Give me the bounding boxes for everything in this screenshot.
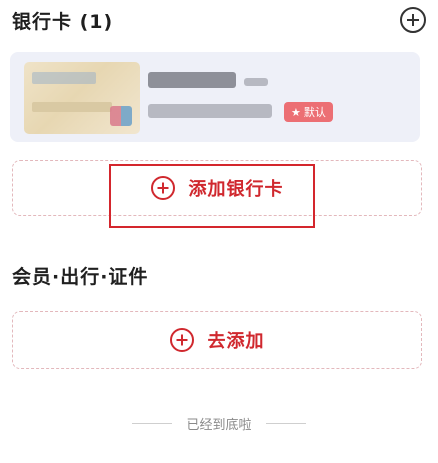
bank-name-redacted bbox=[148, 72, 236, 88]
bank-card-header: 银行卡 (1) bbox=[12, 4, 426, 36]
divider bbox=[265, 423, 306, 424]
divider bbox=[132, 423, 173, 424]
card-image-strip bbox=[32, 102, 112, 112]
bank-card-item[interactable] bbox=[10, 52, 420, 142]
plus-circle-icon[interactable] bbox=[400, 7, 426, 33]
bank-card-title: 银行卡 (1) bbox=[12, 10, 114, 33]
default-badge-label: 默认 bbox=[303, 106, 326, 119]
member-section-title: 会员·出行·证件 bbox=[12, 265, 149, 288]
card-logo-icon bbox=[110, 106, 132, 126]
bank-card-image bbox=[24, 62, 140, 134]
add-member-button[interactable]: 去添加 bbox=[12, 311, 422, 369]
card-type-redacted bbox=[244, 78, 268, 86]
member-section-header: 会员·出行·证件 bbox=[12, 258, 426, 292]
plus-circle-icon bbox=[169, 328, 194, 352]
default-badge: ★ 默认 bbox=[284, 102, 333, 122]
end-of-list-footer: 已经到底啦 bbox=[0, 414, 438, 433]
add-bank-card-button[interactable]: 添加银行卡 bbox=[12, 160, 422, 216]
end-of-list-text: 已经到底啦 bbox=[186, 418, 252, 433]
card-number-redacted bbox=[148, 104, 272, 118]
plus-circle-icon bbox=[150, 176, 175, 200]
star-icon: ★ bbox=[291, 105, 301, 119]
add-member-label: 去添加 bbox=[207, 331, 265, 352]
card-image-band bbox=[32, 72, 96, 84]
add-bank-card-label: 添加银行卡 bbox=[188, 179, 284, 200]
